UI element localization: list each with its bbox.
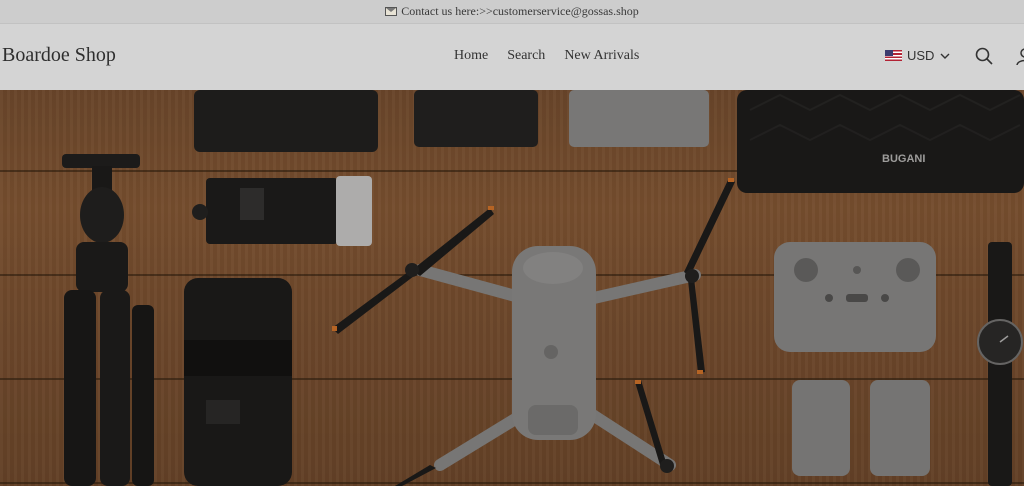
main-nav: Home Search New Arrivals bbox=[454, 48, 639, 64]
hero-banner-image[interactable]: BUGANI bbox=[0, 90, 1024, 486]
tripod-leg-2 bbox=[100, 290, 130, 486]
battery-2 bbox=[870, 380, 930, 476]
camera-lens bbox=[184, 278, 292, 486]
store-logo[interactable]: Boardoe Shop bbox=[2, 44, 116, 67]
currency-label: USD bbox=[907, 48, 935, 63]
mail-icon bbox=[385, 7, 398, 16]
laptop bbox=[569, 90, 709, 147]
camera-flash bbox=[206, 178, 338, 244]
nav-new-arrivals[interactable]: New Arrivals bbox=[564, 48, 639, 64]
flag-us-icon bbox=[885, 50, 902, 61]
site-header: Boardoe Shop Home Search New Arrivals US… bbox=[0, 24, 1024, 90]
nav-home[interactable]: Home bbox=[454, 48, 488, 64]
announcement-bar: Contact us here:>>customerservice@gossas… bbox=[0, 0, 1024, 24]
tripod-leg-1 bbox=[64, 290, 96, 486]
tablet-mid bbox=[414, 90, 538, 147]
nav-search[interactable]: Search bbox=[507, 48, 545, 64]
hero-illustration: BUGANI bbox=[62, 90, 1024, 486]
currency-selector[interactable]: USD bbox=[885, 48, 951, 63]
search-icon[interactable] bbox=[975, 47, 993, 65]
battery-1 bbox=[792, 380, 850, 476]
announcement-text[interactable]: Contact us here:>>customerservice@gossas… bbox=[401, 4, 639, 19]
chevron-down-icon bbox=[940, 53, 950, 59]
case-brand-label: BUGANI bbox=[882, 153, 925, 165]
account-icon[interactable] bbox=[1016, 47, 1024, 65]
tablet-left bbox=[194, 90, 378, 152]
